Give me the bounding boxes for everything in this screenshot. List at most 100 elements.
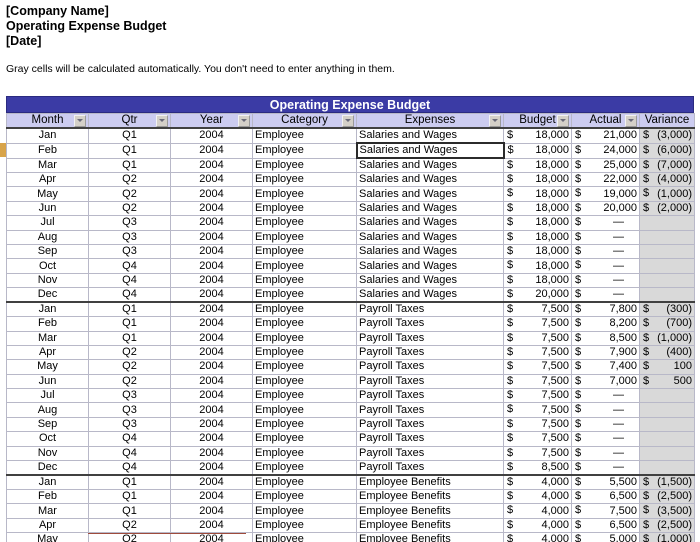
cell-budget[interactable]: $18,000 xyxy=(503,200,572,217)
cell-category[interactable]: Employee xyxy=(252,127,357,144)
cell-category[interactable]: Employee xyxy=(252,460,357,476)
cell-qtr[interactable]: Q1 xyxy=(88,474,171,491)
cell-budget[interactable]: $7,500 xyxy=(503,416,572,433)
cell-month[interactable]: Apr xyxy=(6,517,89,534)
cell-actual[interactable]: $7,000 xyxy=(571,373,640,390)
cell-actual[interactable]: $ — xyxy=(571,388,640,404)
table-row[interactable]: Mar Q1 2004 Employee Employee Benefits $4,000… xyxy=(6,503,695,519)
column-header-category[interactable]: Category xyxy=(252,113,357,129)
table-row[interactable]: Oct Q4 2004 Employee Payroll Taxes $7,500 $ — xyxy=(6,431,695,447)
filter-dropdown-icon[interactable] xyxy=(342,114,354,127)
cell-expenses[interactable]: Salaries and Wages xyxy=(356,157,504,173)
cell-budget[interactable]: $4,000 xyxy=(503,503,572,519)
cell-actual[interactable]: $5,500 xyxy=(571,474,640,491)
cell-actual[interactable]: $7,900 xyxy=(571,344,640,361)
cell-month[interactable]: Mar xyxy=(6,330,89,346)
cell-actual[interactable]: $ — xyxy=(571,445,640,462)
cell-year[interactable]: 2004 xyxy=(170,474,253,491)
column-header-expenses[interactable]: Expenses xyxy=(356,113,504,129)
cell-year[interactable]: 2004 xyxy=(170,388,253,404)
table-row[interactable]: May Q2 2004 Employee Payroll Taxes $7,500 $7,4… xyxy=(6,359,695,375)
table-row[interactable]: Mar Q1 2004 Employee Payroll Taxes $7,500 $8,5… xyxy=(6,330,695,346)
cell-year[interactable]: 2004 xyxy=(170,229,253,245)
cell-category[interactable]: Employee xyxy=(252,287,357,303)
cell-year[interactable]: 2004 xyxy=(170,215,253,231)
cell-variance[interactable] xyxy=(639,215,695,231)
filter-dropdown-icon[interactable] xyxy=(238,114,250,127)
cell-month[interactable]: Sep xyxy=(6,416,89,433)
cell-variance[interactable]: $ (7,000) xyxy=(639,157,695,173)
column-header-year[interactable]: Year xyxy=(170,113,253,129)
table-row[interactable]: Jan Q1 2004 Employee Payroll Taxes $7,500 $7,8… xyxy=(6,301,695,318)
cell-category[interactable]: Employee xyxy=(252,157,357,173)
cell-year[interactable]: 2004 xyxy=(170,344,253,361)
cell-category[interactable]: Employee xyxy=(252,186,357,202)
table-row[interactable]: Nov Q4 2004 Employee Salaries and Wages $18,0… xyxy=(6,272,695,289)
table-row[interactable]: Aug Q3 2004 Employee Payroll Taxes $7,500 $ — xyxy=(6,402,695,418)
cell-month[interactable]: Feb xyxy=(6,316,89,332)
cell-year[interactable]: 2004 xyxy=(170,301,253,318)
cell-qtr[interactable]: Q2 xyxy=(88,359,171,375)
cell-year[interactable]: 2004 xyxy=(170,416,253,433)
cell-budget[interactable]: $7,500 xyxy=(503,330,572,346)
cell-expenses[interactable]: Payroll Taxes xyxy=(356,359,504,375)
cell-category[interactable]: Employee xyxy=(252,402,357,418)
filter-dropdown-icon[interactable] xyxy=(489,114,501,127)
cell-variance[interactable]: $100 xyxy=(639,359,695,375)
cell-year[interactable]: 2004 xyxy=(170,157,253,173)
cell-category[interactable]: Employee xyxy=(252,272,357,289)
cell-qtr[interactable]: Q1 xyxy=(88,503,171,519)
cell-year[interactable]: 2004 xyxy=(170,517,253,534)
cell-year[interactable]: 2004 xyxy=(170,489,253,505)
cell-budget[interactable]: $18,000 xyxy=(503,142,572,159)
cell-month[interactable]: May xyxy=(6,186,89,202)
cell-qtr[interactable]: Q2 xyxy=(88,171,171,188)
cell-qtr[interactable]: Q3 xyxy=(88,229,171,245)
cell-qtr[interactable]: Q3 xyxy=(88,243,171,260)
cell-actual[interactable]: $7,400 xyxy=(571,359,640,375)
cell-expenses[interactable]: Salaries and Wages xyxy=(356,171,504,188)
cell-budget[interactable]: $4,000 xyxy=(503,517,572,534)
cell-variance[interactable]: $ (400) xyxy=(639,344,695,361)
table-row[interactable]: Aug Q3 2004 Employee Salaries and Wages $18,0… xyxy=(6,229,695,245)
cell-variance[interactable]: $ (2,500) xyxy=(639,517,695,534)
table-row[interactable]: Mar Q1 2004 Employee Salaries and Wages $18,0… xyxy=(6,157,695,173)
table-row[interactable]: Apr Q2 2004 Employee Employee Benefits $4,000… xyxy=(6,517,695,534)
cell-actual[interactable]: $6,500 xyxy=(571,517,640,534)
table-row[interactable]: Jun Q2 2004 Employee Payroll Taxes $7,500 $7,0… xyxy=(6,373,695,390)
cell-budget[interactable]: $4,000 xyxy=(503,532,572,542)
cell-expenses[interactable]: Payroll Taxes xyxy=(356,301,504,318)
cell-category[interactable]: Employee xyxy=(252,388,357,404)
cell-category[interactable]: Employee xyxy=(252,503,357,519)
cell-variance[interactable] xyxy=(639,272,695,289)
cell-actual[interactable]: $ — xyxy=(571,229,640,245)
table-row[interactable]: Jul Q3 2004 Employee Payroll Taxes $7,500 $ — xyxy=(6,388,695,404)
cell-expenses[interactable]: Employee Benefits xyxy=(356,489,504,505)
cell-variance[interactable]: $ (700) xyxy=(639,316,695,332)
cell-expenses[interactable]: Employee Benefits xyxy=(356,474,504,491)
cell-qtr[interactable]: Q4 xyxy=(88,272,171,289)
cell-expenses[interactable]: Salaries and Wages xyxy=(356,186,504,202)
cell-category[interactable]: Employee xyxy=(252,474,357,491)
cell-qtr[interactable]: Q4 xyxy=(88,258,171,274)
cell-variance[interactable]: $ (1,000) xyxy=(639,186,695,202)
cell-year[interactable]: 2004 xyxy=(170,258,253,274)
cell-category[interactable]: Employee xyxy=(252,344,357,361)
cell-category[interactable]: Employee xyxy=(252,416,357,433)
cell-actual[interactable]: $19,000 xyxy=(571,186,640,202)
column-header-actual[interactable]: Actual xyxy=(571,113,640,129)
table-row[interactable]: Jun Q2 2004 Employee Salaries and Wages $18,0… xyxy=(6,200,695,217)
cell-actual[interactable]: $25,000 xyxy=(571,157,640,173)
cell-variance[interactable]: $ (6,000) xyxy=(639,142,695,159)
table-row[interactable]: Feb Q1 2004 Employee Salaries and Wages $18,0… xyxy=(6,142,695,159)
cell-year[interactable]: 2004 xyxy=(170,186,253,202)
cell-actual[interactable]: $24,000 xyxy=(571,142,640,159)
cell-variance[interactable]: $ (300) xyxy=(639,301,695,318)
cell-month[interactable]: Nov xyxy=(6,272,89,289)
cell-budget[interactable]: $7,500 xyxy=(503,445,572,462)
cell-variance[interactable] xyxy=(639,416,695,433)
cell-category[interactable]: Employee xyxy=(252,171,357,188)
cell-month[interactable]: Jan xyxy=(6,127,89,144)
cell-category[interactable]: Employee xyxy=(252,301,357,318)
cell-qtr[interactable]: Q4 xyxy=(88,445,171,462)
